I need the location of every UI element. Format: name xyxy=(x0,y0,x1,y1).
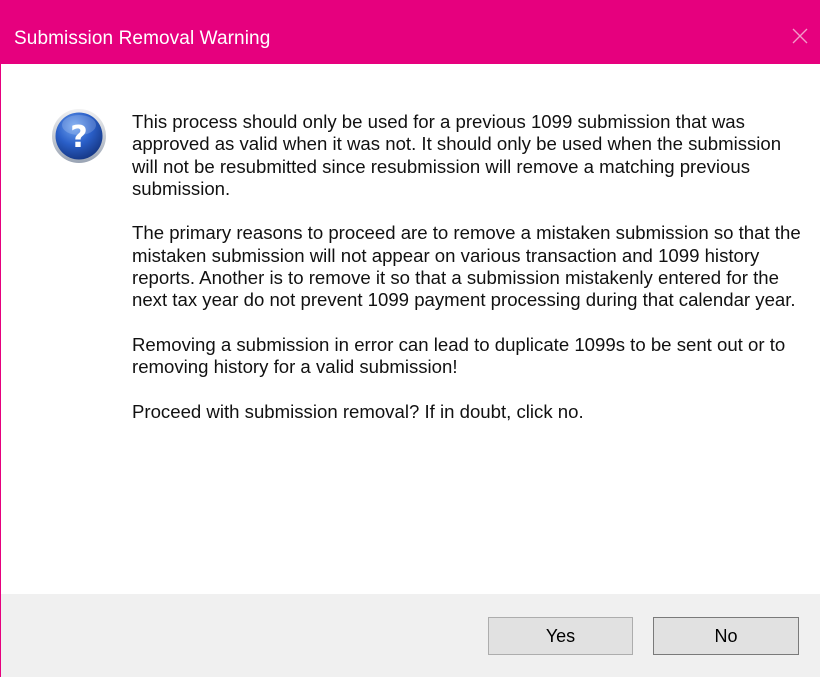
title-bar[interactable]: Submission Removal Warning xyxy=(1,0,820,64)
svg-text:?: ? xyxy=(70,120,87,155)
yes-button[interactable]: Yes xyxy=(488,617,633,655)
message-paragraph-4: Proceed with submission removal? If in d… xyxy=(132,400,584,422)
dialog-window: Submission Removal Warning ? This proces… xyxy=(0,0,820,677)
close-icon xyxy=(792,28,808,44)
message-paragraph-1: This process should only be used for a p… xyxy=(132,111,782,199)
question-icon: ? xyxy=(51,108,107,164)
close-button[interactable] xyxy=(787,23,813,49)
message-paragraph-3: Removing a submission in error can lead … xyxy=(132,333,786,378)
message-paragraph-2: The primary reasons to proceed are to re… xyxy=(132,222,801,311)
dialog-title: Submission Removal Warning xyxy=(14,28,271,49)
no-button[interactable]: No xyxy=(653,617,799,655)
warning-message: This process should only be used for a p… xyxy=(132,111,802,423)
